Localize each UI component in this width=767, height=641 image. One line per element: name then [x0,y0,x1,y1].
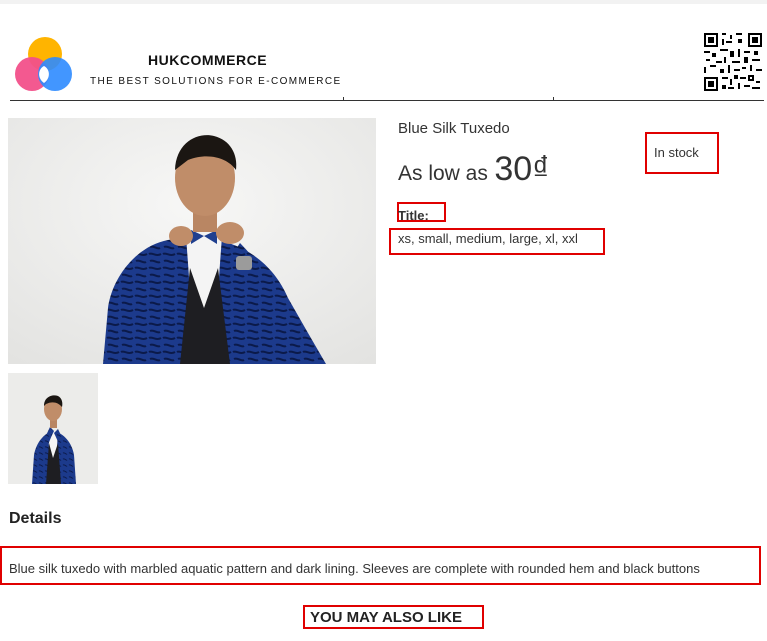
option-label: Title: [398,208,429,223]
product-description: Blue silk tuxedo with marbled aquatic pa… [9,561,700,576]
price-line: As low as 30₫ [398,150,550,189]
product-title: Blue Silk Tuxedo [398,120,510,137]
brand-logo-icon [15,37,72,91]
product-photo-icon[interactable] [8,118,376,364]
brand-tagline: THE BEST SOLUTIONS FOR E-COMMERCE [90,76,342,87]
header-divider [10,100,764,101]
price-amount: 30₫ [494,150,550,188]
brand-name: HUKCOMMERCE [148,52,268,68]
details-heading: Details [9,510,62,527]
qr-code-icon [704,33,762,91]
size-options[interactable]: xs, small, medium, large, xl, xxl [398,231,578,246]
divider-tick [553,97,554,101]
related-heading: YOU MAY ALSO LIKE [310,609,462,626]
stock-status: In stock [654,145,699,160]
top-strip [0,0,767,4]
divider-tick [343,97,344,101]
price-prefix: As low as [398,162,488,185]
product-thumbnail-icon[interactable] [8,373,98,484]
